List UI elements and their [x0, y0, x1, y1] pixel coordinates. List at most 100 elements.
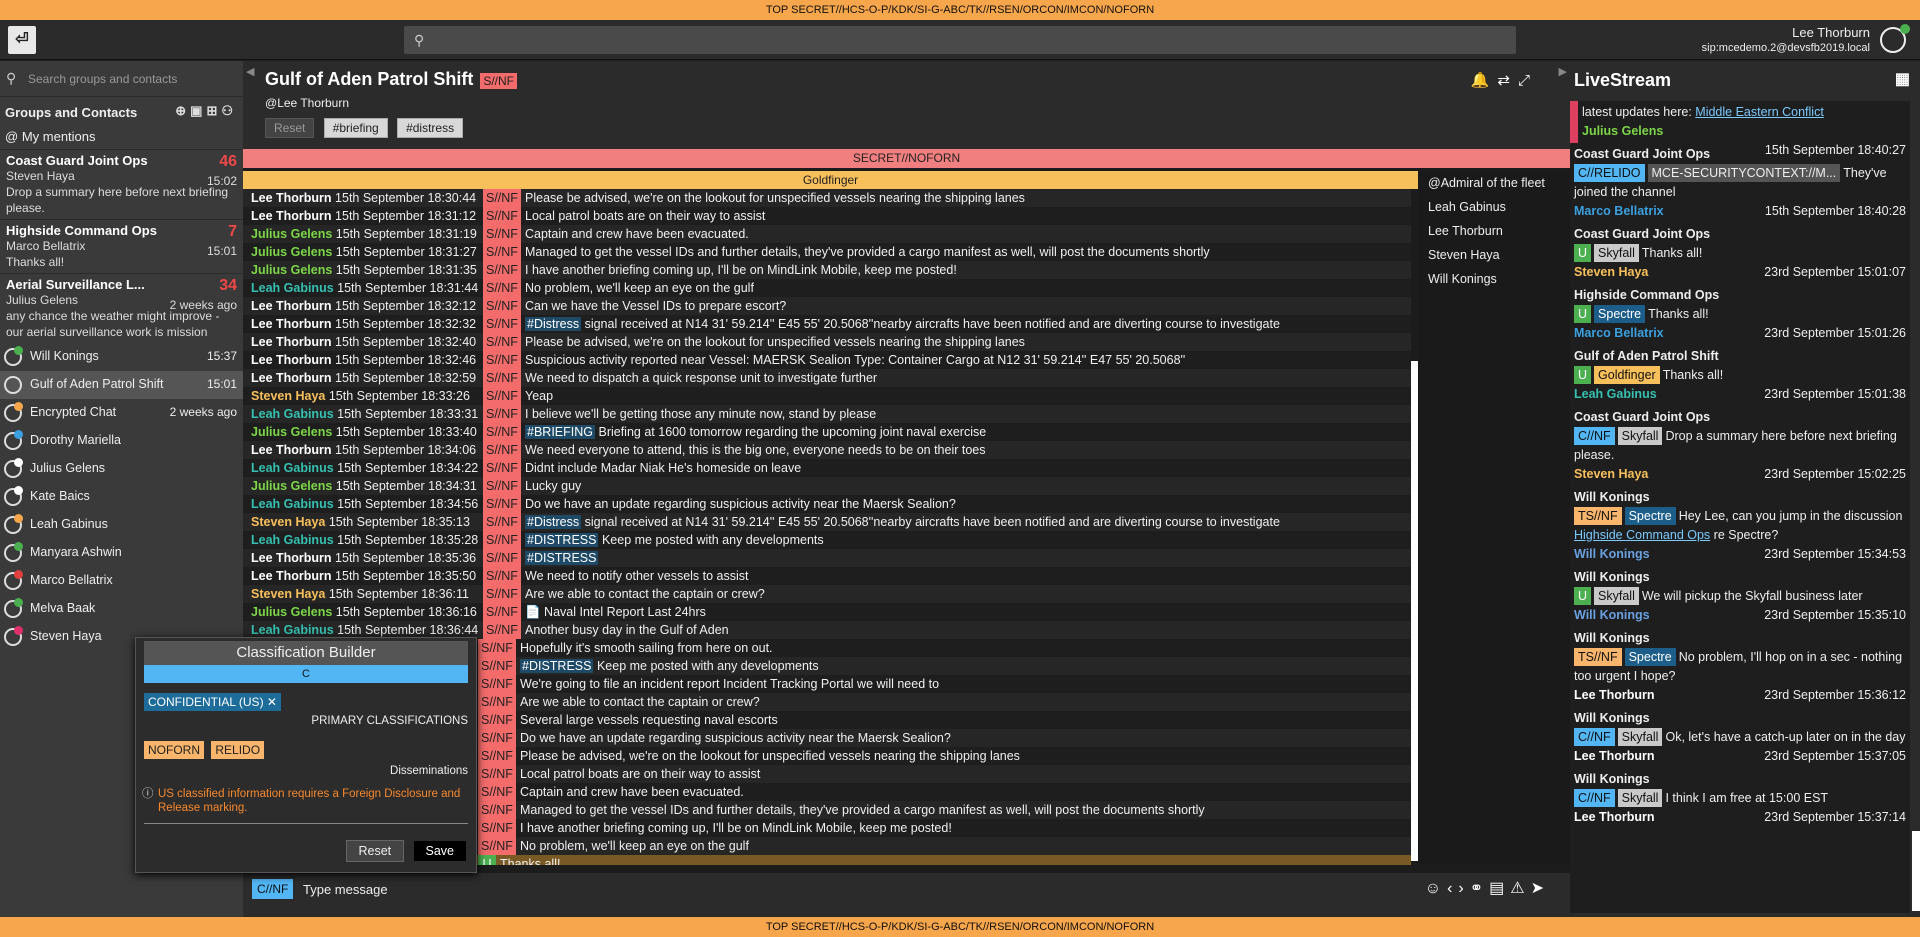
group-item[interactable]: Aerial Surveillance L... 34 Julius Gelens 2…: [0, 273, 243, 343]
message-row[interactable]: Julius Gelens 15th September 18:31:19 S//…: [243, 225, 1411, 243]
message-classification[interactable]: S//NF: [483, 531, 521, 549]
message-classification[interactable]: S//NF: [478, 765, 516, 783]
classification-badge[interactable]: Skyfall: [1617, 728, 1663, 746]
message-classification[interactable]: S//NF: [478, 729, 516, 747]
message-classification[interactable]: S//NF: [478, 819, 516, 837]
hashtag-link[interactable]: #DISTRESS: [525, 551, 599, 565]
contact-item[interactable]: Marco Bellatrix: [0, 567, 243, 595]
message-classification[interactable]: S//NF: [483, 477, 521, 495]
message-classification[interactable]: S//NF: [483, 567, 521, 585]
classification-badge[interactable]: U: [1574, 587, 1592, 605]
classification-badge[interactable]: C//NF: [1574, 427, 1615, 445]
contact-item[interactable]: Will Konings 15:37: [0, 343, 243, 371]
message-row[interactable]: Julius Gelens 15th September 18:31:35 S//…: [243, 261, 1411, 279]
app-logo[interactable]: ⏎: [8, 26, 36, 54]
dissem-relido[interactable]: RELIDO: [211, 741, 265, 759]
contact-item[interactable]: Manyara Ashwin: [0, 539, 243, 567]
message-classification[interactable]: S//NF: [478, 693, 516, 711]
livestream-item[interactable]: Coast Guard Joint Ops C//NF Skyfall Drop a …: [1570, 406, 1910, 486]
member-item[interactable]: Steven Haya: [1418, 243, 1570, 267]
message-classification[interactable]: U: [478, 855, 496, 865]
classification-badge[interactable]: MCE-SECURITYCONTEXT://M...: [1647, 164, 1841, 182]
contact-item[interactable]: Julius Gelens: [0, 455, 243, 483]
message-row[interactable]: Julius Gelens 15th September 18:34:31 S//…: [243, 477, 1411, 495]
message-classification[interactable]: S//NF: [483, 621, 521, 639]
group-item[interactable]: Highside Command Ops 7 Marco Bellatrix 15:0…: [0, 219, 243, 273]
message-row[interactable]: Lee Thorburn 15th September 18:32:12 S//N…: [243, 297, 1411, 315]
message-classification[interactable]: S//NF: [483, 261, 521, 279]
message-classification[interactable]: S//NF: [483, 423, 521, 441]
classification-chip[interactable]: CONFIDENTIAL (US) ✕: [144, 693, 281, 711]
message-row[interactable]: Lee Thorburn 15th September 18:35:36 S//N…: [243, 549, 1411, 567]
message-row[interactable]: Leah Gabinus 15th September 18:35:28 S//N…: [243, 531, 1411, 549]
classification-badge[interactable]: Skyfall: [1617, 789, 1663, 807]
member-item[interactable]: Will Konings: [1418, 267, 1570, 291]
contact-item[interactable]: Kate Baics: [0, 483, 243, 511]
message-row[interactable]: Lee Thorburn 15th September 18:32:32 S//N…: [243, 315, 1411, 333]
classification-badge[interactable]: TS//NF: [1574, 507, 1622, 525]
builder-reset-button[interactable]: Reset: [345, 840, 405, 862]
member-item[interactable]: Lee Thorburn: [1418, 219, 1570, 243]
message-classification[interactable]: S//NF: [483, 369, 521, 387]
classification-badge[interactable]: U: [1574, 305, 1592, 323]
classification-badge[interactable]: Skyfall: [1617, 427, 1663, 445]
message-classification[interactable]: S//NF: [483, 279, 521, 297]
livestream-item[interactable]: Will Konings C//NF Skyfall Ok, let's have a…: [1570, 707, 1910, 768]
message-row[interactable]: Lee Thorburn 15th September 18:32:59 S//N…: [243, 369, 1411, 387]
collapse-right-icon[interactable]: ▶: [1559, 65, 1567, 78]
message-classification[interactable]: S//NF: [483, 315, 521, 333]
message-classification[interactable]: S//NF: [483, 207, 521, 225]
livestream-item[interactable]: Will Konings TS//NF Spectre Hey Lee, can yo…: [1570, 486, 1910, 566]
message-row[interactable]: Lee Thorburn 15th September 18:32:46 S//N…: [243, 351, 1411, 369]
tag-briefing[interactable]: #briefing: [323, 118, 388, 138]
group-link[interactable]: Highside Command Ops: [1574, 528, 1710, 542]
message-classification[interactable]: S//NF: [483, 549, 521, 567]
classification-badge[interactable]: U: [1574, 366, 1592, 384]
contact-item[interactable]: Encrypted Chat 2 weeks ago: [0, 399, 243, 427]
message-row[interactable]: Leah Gabinus 15th September 18:33:31 S//N…: [243, 405, 1411, 423]
message-classification[interactable]: S//NF: [478, 675, 516, 693]
livestream-item[interactable]: Will Konings U Skyfall We will pickup the S…: [1570, 566, 1910, 627]
tag-distress[interactable]: #distress: [397, 118, 464, 138]
classification-badge[interactable]: Skyfall: [1594, 244, 1639, 262]
classification-badge[interactable]: C//NF: [1574, 789, 1615, 807]
hashtag-link[interactable]: #Distress: [525, 317, 582, 331]
builder-save-button[interactable]: Save: [413, 841, 466, 861]
group-item[interactable]: Coast Guard Joint Ops 46 Steven Haya 15:02 D…: [0, 149, 243, 219]
classification-badge[interactable]: C//RELIDO: [1574, 164, 1645, 182]
contact-item[interactable]: Dorothy Mariella: [0, 427, 243, 455]
message-classification[interactable]: S//NF: [478, 711, 516, 729]
message-classification[interactable]: S//NF: [483, 189, 521, 207]
contact-item[interactable]: Leah Gabinus: [0, 511, 243, 539]
message-row[interactable]: Lee Thorburn 15th September 18:34:06 S//N…: [243, 441, 1411, 459]
message-classification[interactable]: S//NF: [483, 603, 521, 621]
message-row[interactable]: Leah Gabinus 15th September 18:34:22 S//N…: [243, 459, 1411, 477]
classification-badge[interactable]: TS//NF: [1574, 648, 1622, 666]
message-scrollbar[interactable]: [1411, 361, 1418, 861]
message-classification[interactable]: S//NF: [483, 351, 521, 369]
message-row[interactable]: Leah Gabinus 15th September 18:31:44 S//N…: [243, 279, 1411, 297]
tag-reset-button[interactable]: Reset: [265, 118, 315, 138]
classification-badge[interactable]: U: [1574, 244, 1592, 262]
message-classification[interactable]: S//NF: [483, 225, 521, 243]
message-row[interactable]: Lee Thorburn 15th September 18:32:40 S//N…: [243, 333, 1411, 351]
composer-classification-button[interactable]: C//NF: [252, 879, 294, 899]
builder-level[interactable]: C: [144, 665, 468, 683]
classification-badge[interactable]: Goldfinger: [1594, 366, 1660, 384]
message-classification[interactable]: S//NF: [478, 657, 516, 675]
message-classification[interactable]: S//NF: [478, 783, 516, 801]
message-classification[interactable]: S//NF: [478, 639, 516, 657]
message-row[interactable]: Leah Gabinus 15th September 18:34:56 S//N…: [243, 495, 1411, 513]
message-classification[interactable]: S//NF: [483, 333, 521, 351]
group-actions[interactable]: ⊕▣⊞⚇: [175, 103, 237, 119]
classification-badge[interactable]: Spectre: [1624, 507, 1676, 525]
message-classification[interactable]: S//NF: [483, 459, 521, 477]
message-input[interactable]: [303, 877, 1303, 901]
classification-badge[interactable]: C//NF: [1574, 728, 1615, 746]
hashtag-link[interactable]: #DISTRESS: [525, 533, 599, 547]
message-classification[interactable]: S//NF: [483, 441, 521, 459]
livestream-scrollbar[interactable]: [1912, 831, 1920, 911]
livestream-item[interactable]: Will Konings TS//NF Spectre No problem, I'l…: [1570, 627, 1910, 707]
message-row[interactable]: Steven Haya 15th September 18:36:11 S//NF…: [243, 585, 1411, 603]
contacts-search-input[interactable]: [28, 69, 233, 89]
